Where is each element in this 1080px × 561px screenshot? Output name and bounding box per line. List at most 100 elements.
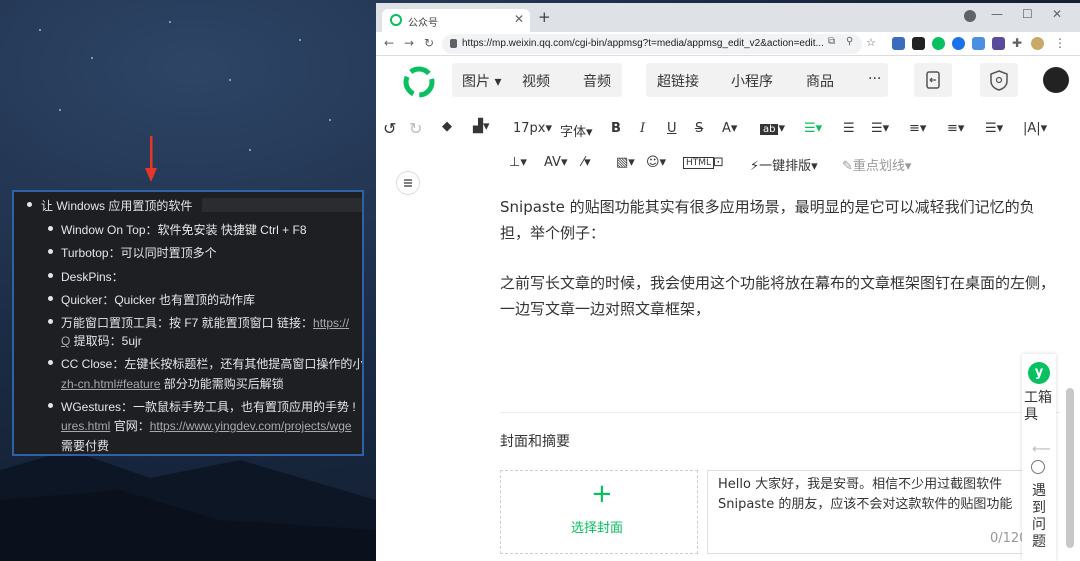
list-icon — [404, 179, 412, 187]
snippet-line: 需要付费 — [61, 439, 110, 453]
snippet-link[interactable]: Q — [61, 334, 70, 348]
bookmark-star-icon[interactable]: ☆ — [866, 36, 876, 49]
forward-icon[interactable]: → — [404, 36, 414, 50]
image-icon[interactable]: ▧▾ — [616, 155, 635, 170]
minimize-button[interactable]: — — [991, 7, 1003, 21]
undo-icon[interactable]: ↺ — [383, 119, 396, 138]
bg-color-icon: ab — [760, 124, 779, 135]
back-icon[interactable]: ← — [384, 36, 394, 50]
font-color-button[interactable]: A▾ — [722, 121, 737, 136]
menu-product[interactable]: 商品 — [806, 71, 834, 91]
snippet-line: DeskPins： — [61, 270, 124, 284]
bold-button[interactable]: B — [611, 121, 621, 136]
format-toolbar: ↺ ↻ ◆ ▟▾ 17px▾ 字体▾ B I U S A▾ ab ▾ ☰▾ ☰ ☰… — [376, 109, 1080, 179]
reload-icon[interactable]: ↻ — [424, 36, 434, 50]
import-doc-button[interactable] — [914, 63, 952, 97]
table-icon[interactable]: ⊥▾ — [509, 155, 527, 170]
paragraph[interactable]: 之前写长文章的时候，我会使用这个功能将放在幕布的文章框架图钉在桌面的左侧，一边写… — [500, 270, 1060, 322]
snippet-link[interactable]: https://www.yingdev.com/projects/wge — [150, 419, 352, 433]
menu-hyperlink[interactable]: 超链接 — [657, 71, 699, 91]
font-size-select[interactable]: 17px▾ — [513, 121, 552, 136]
user-avatar-icon[interactable] — [1031, 37, 1044, 50]
summary-textarea[interactable]: Hello 大家好，我是安哥。相信不少用过截图软件 Snipaste 的朋友，应… — [707, 470, 1037, 554]
zoom-icon[interactable]: ⚲ — [846, 36, 853, 47]
shield-button[interactable] — [980, 63, 1018, 97]
background-color-button[interactable]: ab ▾ — [760, 121, 785, 136]
indent-icon[interactable]: ☰▾ — [871, 121, 889, 136]
menu-image[interactable]: 图片 ▾ — [462, 71, 501, 91]
magic-wand-icon[interactable]: ⁄▾ — [582, 155, 591, 170]
extension-icon[interactable] — [932, 37, 945, 50]
snippet-line: Window On Top：软件免安装 快捷键 Ctrl + F8 — [61, 223, 307, 237]
paragraph[interactable]: Snipaste 的贴图功能其实有很多应用场景，最明显的是它可以减轻我们记忆的负… — [500, 194, 1060, 246]
clear-format-icon[interactable]: ▟▾ — [473, 119, 490, 134]
account-avatar[interactable] — [1043, 67, 1069, 93]
choose-cover-button[interactable]: + 选择封面 — [500, 470, 698, 554]
snippet-line: Q 提取码：5ujr — [61, 332, 142, 349]
snippet-link[interactable]: ures.html — [61, 419, 110, 433]
doc-import-icon — [926, 71, 940, 89]
emoji-icon[interactable]: ☺▾ — [646, 155, 666, 170]
menu-miniprogram[interactable]: 小程序 — [731, 71, 773, 91]
divider — [500, 412, 1060, 413]
line-height-icon[interactable]: ≡▾ — [909, 121, 926, 136]
redo-icon[interactable]: ↻ — [409, 119, 422, 138]
profile-dropdown-icon[interactable] — [964, 10, 976, 22]
browser-tab[interactable]: 公众号 ✕ — [382, 9, 530, 32]
close-window-button[interactable]: ✕ — [1052, 7, 1062, 21]
menu-audio[interactable]: 音频 — [583, 71, 611, 91]
plus-icon: + — [591, 479, 613, 509]
extension-icon[interactable] — [912, 37, 925, 50]
chrome-menu-icon[interactable]: ⋮ — [1054, 36, 1066, 50]
align-left-icon[interactable]: ☰▾ — [804, 121, 822, 136]
toolbox-icon[interactable]: y — [1028, 362, 1050, 384]
extension-icon[interactable] — [892, 37, 905, 50]
format-painter-icon[interactable]: ◆ — [442, 119, 452, 134]
snippet-link[interactable]: zh-cn.html#feature — [61, 377, 160, 391]
html-icon[interactable]: HTML — [683, 157, 715, 169]
toolbox-label[interactable]: 工箱具 — [1024, 390, 1056, 424]
one-key-layout-button[interactable]: ⚡一键排版▾ — [750, 155, 818, 174]
menu-video[interactable]: 视频 — [522, 71, 550, 91]
address-bar-row: ← → ↻ https://mp.weixin.qq.com/cgi-bin/a… — [376, 32, 1080, 56]
paragraph-spacing-icon[interactable]: ≡▾ — [947, 121, 964, 136]
align-center-icon[interactable]: ☰ — [843, 121, 855, 136]
snipaste-pinned-image[interactable]: 让 Windows 应用置顶的软件 Window On Top：软件免安装 快捷… — [12, 190, 364, 456]
extensions-puzzle-icon[interactable]: ✚ — [1012, 36, 1022, 50]
menu-more[interactable]: ··· — [868, 71, 881, 87]
snippet-text: 官网： — [110, 419, 150, 433]
tab-close-icon[interactable]: ✕ — [514, 12, 524, 26]
bullet — [48, 403, 53, 408]
maximize-button[interactable]: ☐ — [1022, 7, 1033, 21]
new-tab-button[interactable]: + — [538, 8, 551, 26]
extension-icon[interactable] — [952, 37, 965, 50]
address-bar[interactable]: https://mp.weixin.qq.com/cgi-bin/appmsg?… — [442, 34, 862, 54]
font-family-select[interactable]: 字体▾ — [560, 121, 593, 140]
help-icon[interactable] — [1031, 460, 1045, 474]
one-key-layout-label: 一键排版 — [759, 159, 812, 174]
snippet-line: ures.html 官网：https://www.yingdev.com/pro… — [61, 417, 352, 434]
bullet — [48, 360, 53, 365]
snippet-line: zh-cn.html#feature 部分功能需购买后解锁 — [61, 375, 284, 392]
snippet-link[interactable]: https:// — [313, 316, 349, 330]
collapse-arrow-icon[interactable]: ⟵ — [1032, 442, 1051, 457]
strikethrough-button[interactable]: S — [695, 121, 703, 136]
snippet-text: 部分功能需购买后解锁 — [160, 377, 284, 391]
char-spacing-icon[interactable]: AV▾ — [544, 155, 567, 170]
help-label[interactable]: 遇到问题 — [1032, 483, 1052, 551]
url-text: https://mp.weixin.qq.com/cgi-bin/appmsg?… — [462, 38, 824, 49]
share-icon[interactable]: ⧉ — [828, 36, 835, 47]
extension-icon[interactable] — [972, 37, 985, 50]
tab-title: 公众号 — [408, 18, 438, 29]
outline-toggle[interactable] — [396, 171, 420, 195]
italic-button[interactable]: I — [640, 121, 645, 136]
letter-spacing-icon[interactable]: |A|▾ — [1023, 121, 1047, 136]
list-icon[interactable]: ☰▾ — [985, 121, 1003, 136]
extension-icon[interactable] — [992, 37, 1005, 50]
underline-button[interactable]: U — [667, 121, 677, 136]
editor-content[interactable]: Snipaste 的贴图功能其实有很多应用场景，最明显的是它可以减轻我们记忆的负… — [376, 171, 1080, 561]
highlight-line-button[interactable]: ✎重点划线▾ — [842, 155, 911, 174]
scrollbar[interactable] — [1066, 388, 1074, 548]
snippet-line: Quicker：Quicker 也有置顶的动作库 — [61, 293, 256, 307]
toolbox-icon[interactable]: ⊡ — [713, 155, 724, 170]
